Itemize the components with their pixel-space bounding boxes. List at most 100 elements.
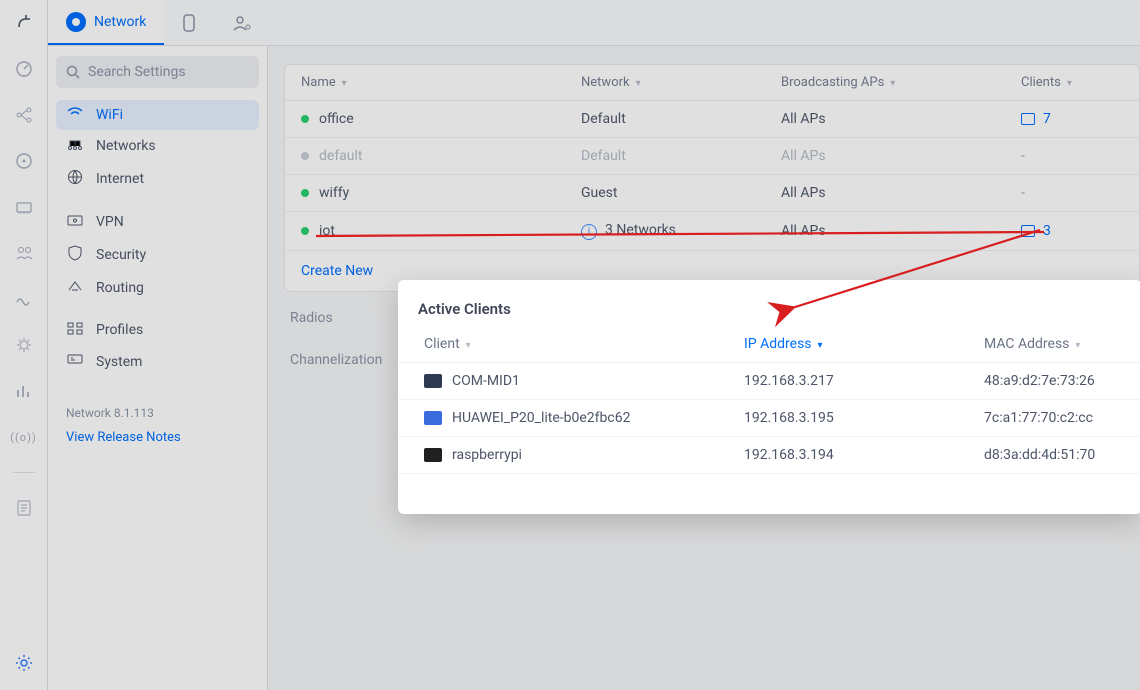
clients-cell: -: [1021, 185, 1123, 201]
client-row[interactable]: raspberrypi 192.168.3.194d8:3a:dd:4d:51:7…: [398, 437, 1140, 474]
clients-icon: [1021, 113, 1035, 125]
table-row[interactable]: ioti3 NetworksAll APs3: [285, 212, 1139, 251]
network-dot-icon: [66, 12, 86, 32]
search-placeholder: Search Settings: [88, 64, 186, 80]
wifi-aps: All APs: [781, 148, 1021, 164]
chevron-down-icon: ▾: [1075, 340, 1080, 351]
col-name[interactable]: Name▾: [301, 75, 581, 90]
device-icon: [424, 448, 442, 462]
chevron-down-icon: ▾: [636, 78, 641, 89]
clients-icon[interactable]: [13, 242, 35, 264]
search-input[interactable]: Search Settings: [56, 56, 259, 88]
routing-icon: [66, 279, 84, 297]
client-name: raspberrypi: [452, 447, 522, 463]
wifi-name: default: [319, 148, 363, 164]
wifi-name: iot: [319, 223, 335, 239]
wifi-name: wiffy: [319, 185, 349, 201]
logo-icon[interactable]: [13, 12, 35, 34]
wifi-network: Default: [581, 148, 626, 164]
vpn-icon: [66, 213, 84, 231]
sidebar-item-label: Internet: [96, 171, 144, 187]
status-dot-icon: [301, 152, 309, 160]
sidebar-item-networks[interactable]: Networks: [56, 130, 259, 162]
info-icon: i: [581, 224, 597, 240]
client-ip: 192.168.3.217: [744, 373, 984, 389]
device-icon: [424, 411, 442, 425]
table-row[interactable]: wiffy Guest All APs-: [285, 175, 1139, 212]
stats-icon[interactable]: [13, 380, 35, 402]
settings-gear-icon[interactable]: [13, 652, 35, 674]
sidebar-item-label: System: [96, 354, 142, 370]
top-bar: Network: [48, 0, 1140, 46]
version-label: Network 8.1.113: [66, 406, 181, 420]
client-ip: 192.168.3.195: [744, 410, 984, 426]
wifi-network: Default: [581, 111, 626, 127]
tab-users[interactable]: [214, 0, 270, 45]
chevron-down-icon: ▾: [1067, 78, 1072, 89]
table-row[interactable]: office Default All APs7: [285, 101, 1139, 138]
client-name: HUAWEI_P20_lite-b0e2fbc62: [452, 410, 630, 426]
col-mac[interactable]: MAC Address▾: [984, 336, 1116, 352]
client-ip: 192.168.3.194: [744, 447, 984, 463]
client-mac: d8:3a:dd:4d:51:70: [984, 447, 1116, 463]
system-icon: [66, 353, 84, 371]
wifi-aps: All APs: [781, 111, 1021, 127]
insights-icon[interactable]: [13, 334, 35, 356]
chevron-down-icon: ▾: [818, 340, 823, 351]
popover-title: Active Clients: [398, 280, 1140, 326]
sidebar-item-security[interactable]: Security: [56, 238, 259, 272]
release-notes-link[interactable]: View Release Notes: [66, 430, 181, 445]
sidebar-item-wifi[interactable]: WiFi: [56, 100, 259, 130]
status-dot-icon: [301, 189, 309, 197]
clients-cell: -: [1021, 148, 1123, 164]
sidebar-item-routing[interactable]: Routing: [56, 272, 259, 304]
dashboard-icon[interactable]: [13, 58, 35, 80]
sidebar-item-internet[interactable]: Internet: [56, 162, 259, 196]
icon-rail: ((o)): [0, 0, 48, 690]
chevron-down-icon: ▾: [342, 78, 347, 89]
sidebar-item-label: Profiles: [96, 322, 143, 338]
client-name: COM-MID1: [452, 373, 520, 389]
profiles-icon: [66, 321, 84, 339]
sidebar-item-system[interactable]: System: [56, 346, 259, 378]
notes-icon[interactable]: [13, 497, 35, 519]
settings-sidebar: Search Settings WiFi Networks Internet V…: [48, 46, 268, 690]
clients-link[interactable]: 7: [1021, 111, 1123, 127]
sidebar-item-label: Routing: [96, 280, 144, 296]
search-icon: [66, 65, 80, 79]
clients-link[interactable]: 3: [1021, 223, 1123, 239]
col-network[interactable]: Network▾: [581, 75, 781, 90]
client-row[interactable]: HUAWEI_P20_lite-b0e2fbc62192.168.3.1957c…: [398, 400, 1140, 437]
wifi-name: office: [319, 111, 354, 127]
client-row[interactable]: COM-MID1 192.168.3.21748:a9:d2:7e:73:26: [398, 363, 1140, 400]
radio-icon[interactable]: ((o)): [13, 426, 35, 448]
sidebar-item-label: Security: [96, 247, 146, 263]
sidebar-item-vpn[interactable]: VPN: [56, 206, 259, 238]
tab-network[interactable]: Network: [48, 0, 164, 45]
globe-icon: [66, 169, 84, 189]
networks-icon: [66, 137, 84, 155]
topology-icon[interactable]: [13, 104, 35, 126]
tab-devices[interactable]: [164, 0, 214, 45]
shield-icon: [66, 245, 84, 265]
tab-network-label: Network: [94, 14, 146, 30]
table-row[interactable]: default Default All APs-: [285, 138, 1139, 175]
sidebar-item-label: WiFi: [96, 107, 123, 123]
wifi-network: Guest: [581, 185, 617, 201]
sidebar-item-profiles[interactable]: Profiles: [56, 314, 259, 346]
col-client[interactable]: Client▾: [424, 336, 744, 352]
wifi-network: 3 Networks: [605, 222, 676, 238]
chevron-down-icon: ▾: [890, 78, 895, 89]
client-mac: 48:a9:d2:7e:73:26: [984, 373, 1116, 389]
col-ip[interactable]: IP Address▾: [744, 336, 984, 352]
ports-icon[interactable]: [13, 196, 35, 218]
wave-icon[interactable]: [13, 288, 35, 310]
disc-icon[interactable]: [13, 150, 35, 172]
wifi-aps: All APs: [781, 185, 1021, 201]
sidebar-item-label: VPN: [96, 214, 124, 230]
col-aps[interactable]: Broadcasting APs▾: [781, 75, 1021, 90]
table-header: Name▾ Network▾ Broadcasting APs▾ Clients…: [285, 65, 1139, 101]
active-clients-popover: Active Clients Client▾ IP Address▾ MAC A…: [398, 280, 1140, 514]
status-dot-icon: [301, 227, 309, 235]
col-clients[interactable]: Clients▾: [1021, 75, 1123, 90]
